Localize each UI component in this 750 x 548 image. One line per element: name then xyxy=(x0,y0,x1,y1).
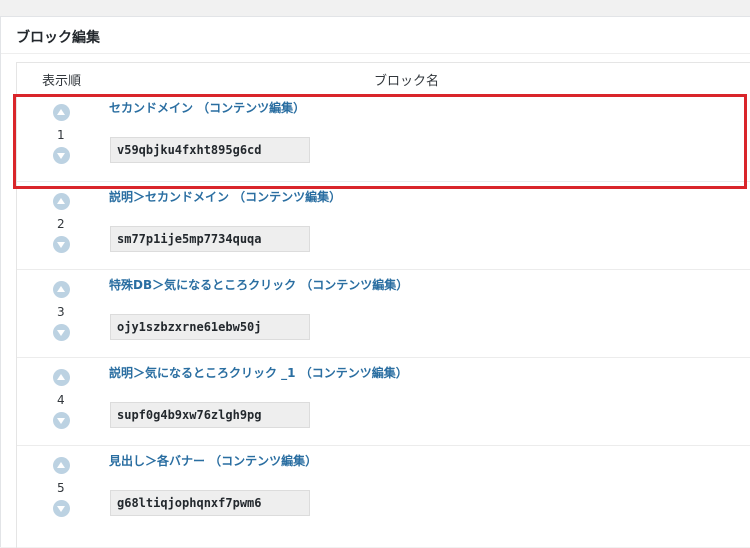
table-header: 表示順 ブロック名 xyxy=(17,63,750,93)
order-controls: 5 xyxy=(53,446,75,534)
move-down-icon[interactable] xyxy=(53,412,70,429)
table-row: 4 説明＞気になるところクリック _1 （コンテンツ編集） supf0g4b9x… xyxy=(17,357,750,446)
column-header-order: 表示順 xyxy=(42,74,82,89)
block-name-link[interactable]: セカンドメイン （コンテンツ編集） xyxy=(109,99,305,116)
order-controls: 1 xyxy=(53,93,75,181)
move-up-icon[interactable] xyxy=(53,104,70,121)
panel-title: ブロック編集 xyxy=(16,30,100,46)
panel-divider xyxy=(1,53,750,54)
block-id-field: v59qbjku4fxht895g6cd xyxy=(110,137,310,163)
order-number: 2 xyxy=(57,217,65,231)
move-up-icon[interactable] xyxy=(53,457,70,474)
block-id-field: supf0g4b9xw76zlgh9pg xyxy=(110,402,310,428)
order-controls: 4 xyxy=(53,358,75,446)
move-down-icon[interactable] xyxy=(53,147,70,164)
order-number: 1 xyxy=(57,128,65,142)
order-number: 3 xyxy=(57,305,65,319)
block-name-link[interactable]: 説明＞気になるところクリック _1 （コンテンツ編集） xyxy=(109,364,408,381)
block-id-field: g68ltiqjophqnxf7pwm6 xyxy=(110,490,310,516)
move-down-icon[interactable] xyxy=(53,236,70,253)
table-row: 5 見出し＞各バナー （コンテンツ編集） g68ltiqjophqnxf7pwm… xyxy=(17,445,750,534)
table-row: 1 セカンドメイン （コンテンツ編集） v59qbjku4fxht895g6cd xyxy=(17,93,750,181)
block-id-field: ojy1szbzxrne61ebw50j xyxy=(110,314,310,340)
table-row: 2 説明＞セカンドメイン （コンテンツ編集） sm77p1ije5mp7734q… xyxy=(17,181,750,270)
order-number: 5 xyxy=(57,481,65,495)
column-header-block-name: ブロック名 xyxy=(374,74,440,89)
block-table: 表示順 ブロック名 1 セカンドメイン （コンテンツ編集） v59qbjku4f… xyxy=(16,62,750,548)
order-controls: 2 xyxy=(53,182,75,270)
block-id-field: sm77p1ije5mp7734quqa xyxy=(110,226,310,252)
order-number: 4 xyxy=(57,393,65,407)
block-name-link[interactable]: 見出し＞各バナー （コンテンツ編集） xyxy=(109,452,317,469)
order-controls: 3 xyxy=(53,270,75,358)
move-up-icon[interactable] xyxy=(53,281,70,298)
block-name-link[interactable]: 説明＞セカンドメイン （コンテンツ編集） xyxy=(109,188,341,205)
move-down-icon[interactable] xyxy=(53,500,70,517)
move-up-icon[interactable] xyxy=(53,193,70,210)
move-down-icon[interactable] xyxy=(53,324,70,341)
move-up-icon[interactable] xyxy=(53,369,70,386)
table-row: 3 特殊DB＞気になるところクリック （コンテンツ編集） ojy1szbzxrn… xyxy=(17,269,750,358)
block-edit-panel: ブロック編集 表示順 ブロック名 1 セカンドメイン （コンテンツ編集） v59… xyxy=(0,16,750,548)
block-name-link[interactable]: 特殊DB＞気になるところクリック （コンテンツ編集） xyxy=(109,276,408,293)
